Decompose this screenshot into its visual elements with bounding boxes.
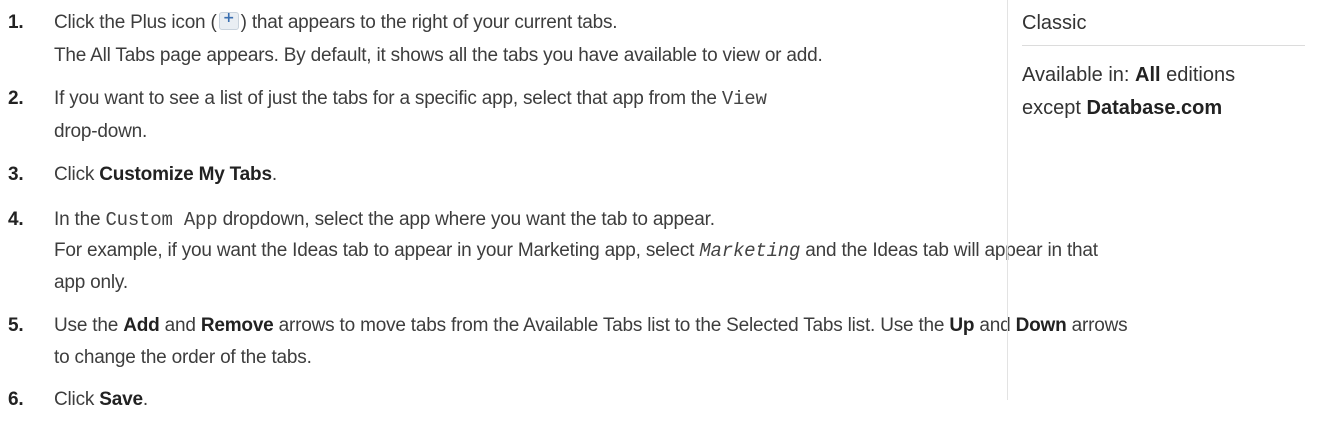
- step-number: 5.: [8, 315, 24, 336]
- step-text-part: dropdown, select the app where you want …: [222, 209, 715, 230]
- code-view: View: [721, 88, 767, 110]
- step-text: Click Save.: [54, 389, 148, 411]
- availability-editions: editions: [1166, 64, 1236, 86]
- step-number: 3.: [8, 164, 24, 185]
- step-number: 1.: [8, 12, 24, 33]
- step-text-part: and: [164, 315, 196, 336]
- step-text-part: and: [979, 315, 1011, 336]
- availability-text: Available in: All editions: [1022, 64, 1235, 87]
- sidebar-heading: Classic: [1022, 12, 1087, 34]
- code-marketing: Marketing: [699, 240, 801, 262]
- ui-label-add: Add: [123, 315, 160, 336]
- ui-label-remove: Remove: [200, 315, 274, 336]
- exception-label: except: [1022, 97, 1081, 119]
- step-text: Click the Plus icon (+) that appears to …: [54, 10, 618, 34]
- availability-all: All: [1135, 64, 1161, 86]
- ui-label-save: Save: [99, 389, 143, 410]
- step-text-part: Click: [54, 389, 95, 410]
- edition-sidebar: Classic Available in: All editions excep…: [1007, 0, 1308, 400]
- step-text-cont: app only.: [54, 272, 128, 293]
- step-text: If you want to see a list of just the ta…: [54, 88, 767, 110]
- sidebar-divider: [1022, 45, 1305, 46]
- step-number: 2.: [8, 88, 24, 109]
- exception-edition: Database.com: [1086, 97, 1223, 119]
- step-text-part: Click the Plus icon (: [54, 12, 217, 33]
- step-text-part: Use the: [54, 315, 119, 336]
- step-text-part: For example, if you want the Ideas tab t…: [54, 240, 695, 261]
- exception-text: except Database.com: [1022, 97, 1222, 120]
- step-text-part: arrows to move tabs from the Available T…: [278, 315, 945, 336]
- plus-icon: +: [218, 10, 239, 30]
- step-number: 4.: [8, 209, 24, 230]
- step-text-cont: drop-down.: [54, 121, 148, 142]
- step-text-part: .: [142, 389, 148, 410]
- step-text-part: In the: [54, 209, 101, 230]
- step-text-part: ) that appears to the right of your curr…: [240, 12, 618, 33]
- step-text-part: If you want to see a list of just the ta…: [54, 88, 717, 109]
- step-example: For example, if you want the Ideas tab t…: [54, 240, 1098, 262]
- step-text: Click Customize My Tabs.: [54, 164, 277, 186]
- step-text-part: .: [271, 164, 277, 185]
- availability-label: Available in:: [1022, 64, 1130, 86]
- step-number: 6.: [8, 389, 24, 410]
- ui-label-customize-my-tabs: Customize My Tabs: [99, 164, 272, 185]
- step-text: In the Custom App dropdown, select the a…: [54, 209, 715, 231]
- step-text: Use the Add and Remove arrows to move ta…: [54, 315, 1128, 337]
- step-text-part: Click: [54, 164, 95, 185]
- step-text-cont: to change the order of the tabs.: [54, 347, 312, 368]
- ui-label-up: Up: [949, 315, 975, 336]
- code-custom-app: Custom App: [105, 209, 218, 231]
- step-detail: The All Tabs page appears. By default, i…: [54, 45, 823, 66]
